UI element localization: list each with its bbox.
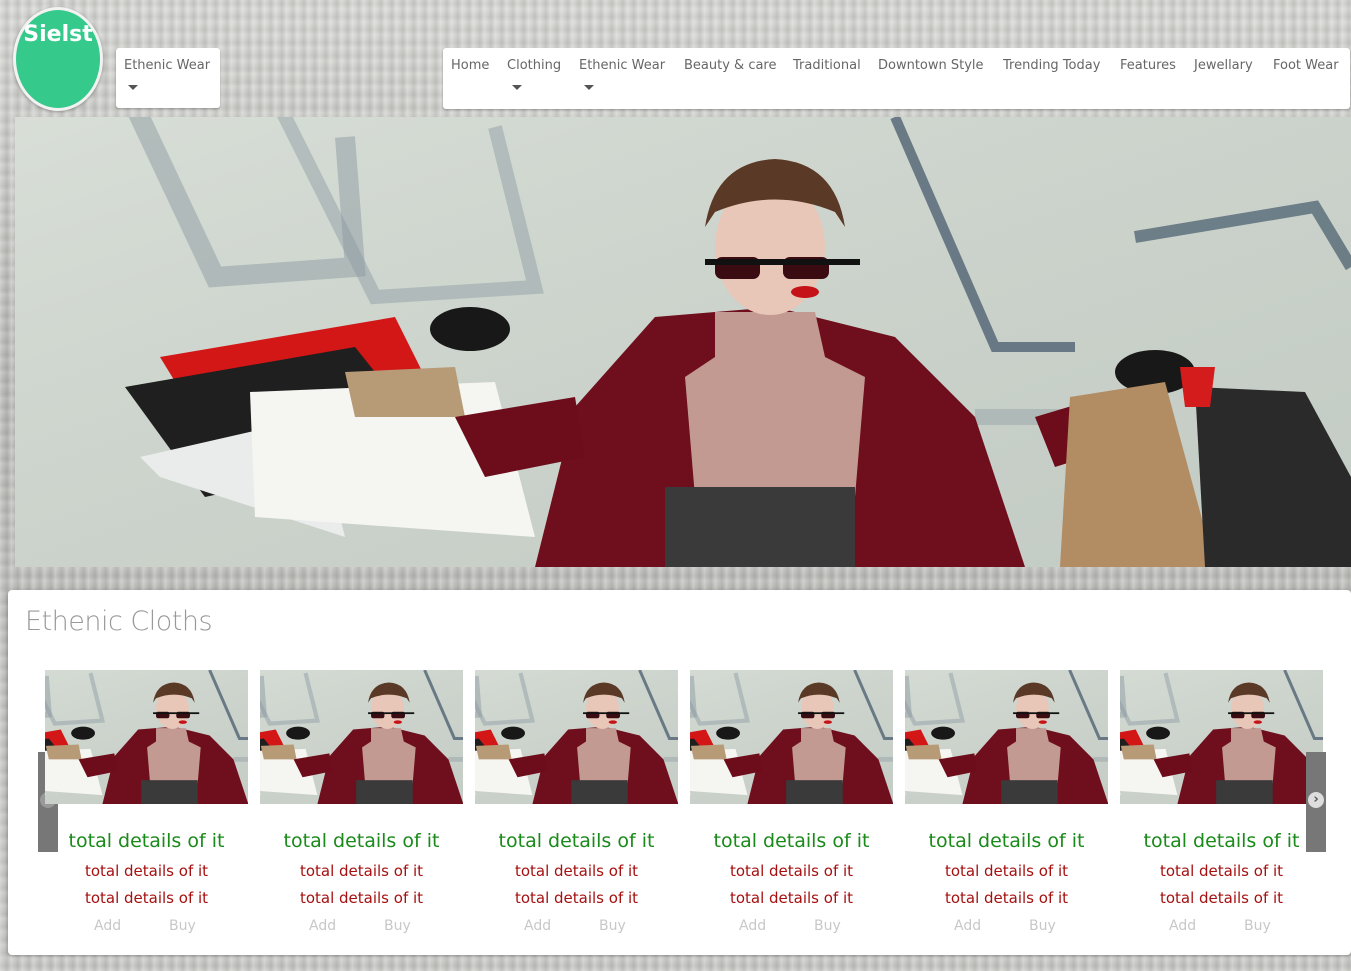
hero-image	[15, 117, 1351, 567]
product-detail: total details of it	[84, 862, 209, 880]
ethnic-wear-dropdown[interactable]: Ethenic Wear	[116, 48, 220, 108]
product-title: total details of it	[713, 830, 870, 852]
add-button[interactable]: Add	[954, 918, 981, 934]
product-title: total details of it	[1143, 830, 1300, 852]
chevron-right-icon: ›	[1308, 792, 1324, 808]
product-image[interactable]	[260, 670, 463, 804]
nav-item-beauty-care[interactable]: Beauty & care	[684, 58, 777, 73]
product-detail: total details of it	[84, 889, 209, 907]
add-button[interactable]: Add	[94, 918, 121, 934]
product-card: total details of it total details of it …	[905, 670, 1108, 950]
nav-item-trending-today[interactable]: Trending Today	[1003, 58, 1100, 73]
product-card: total details of it total details of it …	[1120, 670, 1323, 950]
ethnic-wear-dropdown-label: Ethenic Wear	[124, 58, 211, 73]
product-detail: total details of it	[514, 889, 639, 907]
site-logo[interactable]: Sielst	[13, 7, 103, 111]
product-detail: total details of it	[729, 889, 854, 907]
product-image[interactable]	[905, 670, 1108, 804]
product-detail: total details of it	[1159, 862, 1284, 880]
buy-button[interactable]: Buy	[1029, 918, 1056, 934]
add-button[interactable]: Add	[1169, 918, 1196, 934]
hero-banner	[15, 117, 1351, 567]
nav-item-features[interactable]: Features	[1120, 58, 1176, 73]
buy-button[interactable]: Buy	[599, 918, 626, 934]
product-detail: total details of it	[1159, 889, 1284, 907]
nav-item-downtown-style[interactable]: Downtown Style	[878, 58, 984, 73]
ethenic-cloths-section: Ethenic Cloths ‹ total details of it tot…	[8, 590, 1351, 955]
nav-item-home[interactable]: Home	[451, 58, 489, 73]
product-image[interactable]	[690, 670, 893, 804]
buy-button[interactable]: Buy	[384, 918, 411, 934]
product-card: total details of it total details of it …	[690, 670, 893, 950]
product-title: total details of it	[928, 830, 1085, 852]
product-card: total details of it total details of it …	[475, 670, 678, 950]
carousel-next-button[interactable]: ›	[1306, 752, 1326, 852]
nav-item-foot-wear[interactable]: Foot Wear	[1273, 58, 1339, 73]
product-detail: total details of it	[944, 889, 1069, 907]
chevron-down-icon	[584, 85, 594, 90]
buy-button[interactable]: Buy	[814, 918, 841, 934]
product-image[interactable]	[45, 670, 248, 804]
add-button[interactable]: Add	[524, 918, 551, 934]
main-navigation: Home Clothing Ethenic Wear Beauty & care…	[443, 48, 1350, 109]
buy-button[interactable]: Buy	[1244, 918, 1271, 934]
product-title: total details of it	[498, 830, 655, 852]
section-title: Ethenic Cloths	[25, 606, 213, 637]
product-card: total details of it total details of it …	[45, 670, 248, 950]
product-detail: total details of it	[299, 889, 424, 907]
logo-text: Sielst	[23, 22, 93, 47]
product-detail: total details of it	[729, 862, 854, 880]
product-image[interactable]	[1120, 670, 1323, 804]
product-detail: total details of it	[944, 862, 1069, 880]
product-card: total details of it total details of it …	[260, 670, 463, 950]
buy-button[interactable]: Buy	[169, 918, 196, 934]
nav-item-clothing[interactable]: Clothing	[507, 58, 561, 73]
product-detail: total details of it	[299, 862, 424, 880]
add-button[interactable]: Add	[739, 918, 766, 934]
chevron-down-icon	[128, 85, 138, 90]
chevron-down-icon	[512, 85, 522, 90]
product-title: total details of it	[68, 830, 225, 852]
product-image[interactable]	[475, 670, 678, 804]
nav-item-jewellary[interactable]: Jewellary	[1194, 58, 1253, 73]
product-detail: total details of it	[514, 862, 639, 880]
add-button[interactable]: Add	[309, 918, 336, 934]
nav-item-ethenic-wear[interactable]: Ethenic Wear	[579, 58, 665, 73]
nav-item-traditional[interactable]: Traditional	[793, 58, 861, 73]
product-title: total details of it	[283, 830, 440, 852]
